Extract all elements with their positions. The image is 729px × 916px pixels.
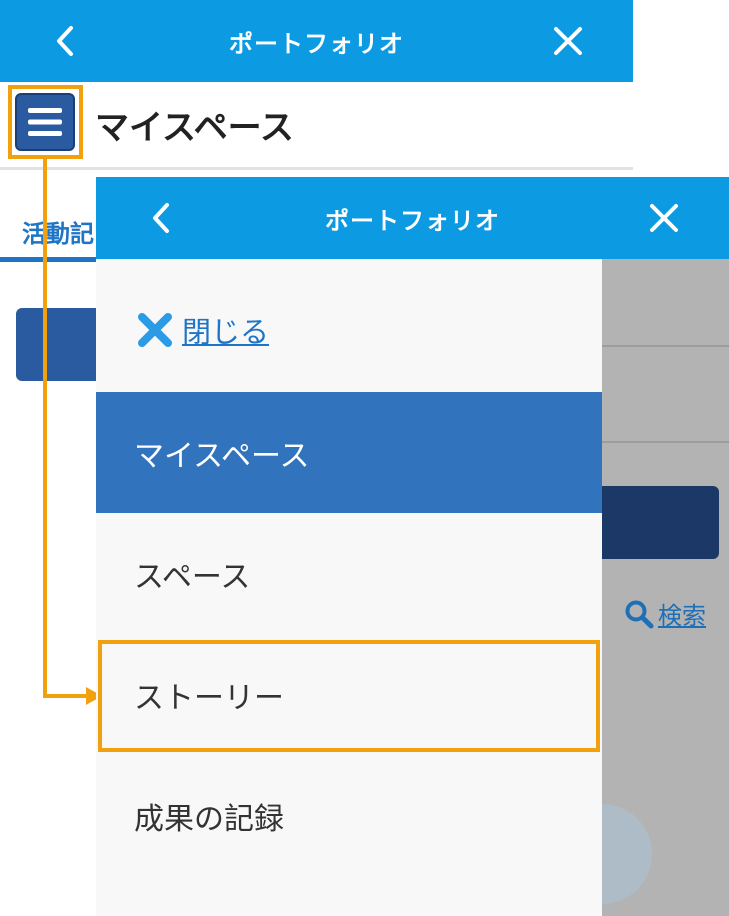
drawer-item-achievement-record[interactable]: 成果の記録 [96,755,602,876]
drawer-item-my-space[interactable]: マイスペース [96,392,602,513]
drawer-item-label: 成果の記録 [134,801,284,837]
front-back-button[interactable] [126,177,196,259]
front-header-title: ポートフォリオ [325,206,500,235]
search-icon [625,600,654,628]
side-drawer: 閉じる マイスペース スペース ストーリー 成果の記録 [96,259,602,916]
search-label: 検索 [658,602,706,630]
drawer-item-label: スペース [134,559,251,595]
story-item-highlight [98,640,600,752]
drawer-close-link[interactable]: 閉じる [136,309,269,351]
close-icon [650,204,678,232]
drawer-close-label: 閉じる [182,315,270,349]
dim-overlay[interactable]: 検索 [552,259,729,916]
dim-divider [602,441,729,443]
front-close-button[interactable] [629,177,699,259]
front-header-bar: ポートフォリオ [96,177,729,259]
dim-divider [602,345,729,347]
search-link: 検索 [624,596,706,631]
drawer-item-space[interactable]: スペース [96,513,602,634]
front-screen: ポートフォリオ 検索 閉じる マイスペース スペース ストーリー 成果の記録 [96,177,729,916]
chevron-left-icon [153,203,169,233]
dim-button [602,486,719,559]
drawer-item-label: マイスペース [134,438,310,474]
front-content: 検索 閉じる マイスペース スペース ストーリー 成果の記録 [96,259,729,916]
x-mark-icon [138,313,172,347]
